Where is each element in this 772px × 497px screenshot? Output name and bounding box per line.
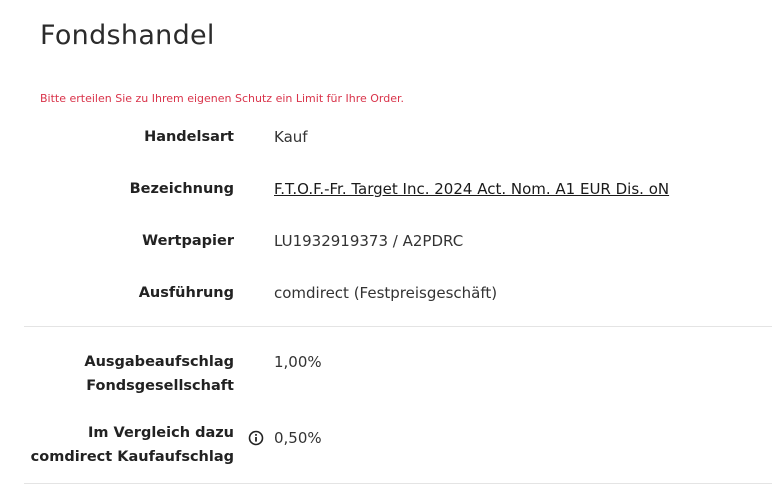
handelsart-label: Handelsart — [144, 129, 234, 145]
page-title: Fondshandel — [40, 20, 215, 52]
section-divider — [24, 326, 772, 327]
handelsart-value: Kauf — [274, 128, 308, 146]
ausgabeaufschlag-label-line2: Fondsgesellschaft — [86, 378, 234, 394]
vergleich-value: 0,50% — [274, 429, 322, 447]
ausfuehrung-value: comdirect (Festpreisgeschäft) — [274, 284, 498, 302]
vergleich-label-line1: Im Vergleich dazu — [87, 425, 234, 441]
wertpapier-value: LU1932919373 / A2PDRC — [274, 232, 464, 250]
ausgabeaufschlag-value: 1,00% — [274, 353, 322, 371]
bottom-divider — [24, 483, 772, 484]
wertpapier-label: Wertpapier — [142, 233, 234, 249]
security-name-link[interactable]: F.T.O.F.-Fr. Target Inc. 2024 Act. Nom. … — [274, 177, 669, 201]
vergleich-label-line2: comdirect Kaufaufschlag — [30, 449, 234, 465]
limit-warning: Bitte erteilen Sie zu Ihrem eigenen Schu… — [40, 92, 404, 105]
ausgabeaufschlag-label-line1: Ausgabeaufschlag — [84, 354, 234, 370]
ausfuehrung-label: Ausführung — [138, 285, 234, 301]
bezeichnung-label: Bezeichnung — [129, 181, 234, 197]
info-circle-icon[interactable] — [248, 430, 264, 446]
